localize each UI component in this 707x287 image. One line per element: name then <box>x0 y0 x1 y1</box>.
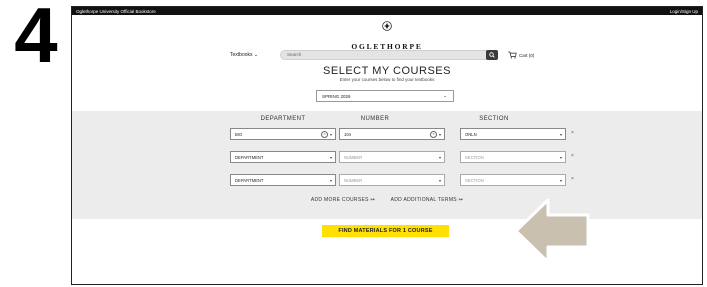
cart-label: Cart (0) <box>519 52 535 58</box>
department-select[interactable]: BIO × ▾ <box>230 128 336 140</box>
section-select[interactable]: ONLN ▾ <box>460 128 566 140</box>
chevron-down-icon: ▾ <box>329 154 332 160</box>
search-input[interactable]: Search <box>280 50 498 60</box>
add-more-courses-link[interactable]: ADD MORE COURSES ↦ <box>311 197 375 203</box>
term-select[interactable]: SPRING 2026 ⌄ <box>316 90 454 102</box>
number-value: NUMBER <box>344 154 363 160</box>
number-value: 104 <box>344 131 351 137</box>
cart-link[interactable]: Cart (0) <box>508 50 534 60</box>
remove-row-icon[interactable]: × <box>571 176 574 182</box>
department-select[interactable]: DEPARTMENT ▾ <box>230 174 336 186</box>
chevron-down-icon: ▾ <box>559 131 562 137</box>
cart-icon <box>508 51 517 59</box>
search-button[interactable] <box>486 50 498 60</box>
tutorial-screenshot: 4 Oglethorpe University Official Booksto… <box>0 0 707 287</box>
crest-icon <box>382 21 392 31</box>
section-value: SECTION <box>465 154 484 160</box>
number-select[interactable]: NUMBER ▾ <box>339 151 445 163</box>
clear-icon[interactable]: × <box>429 130 437 138</box>
chevron-down-icon: ▾ <box>329 131 332 137</box>
pointer-arrow-icon <box>514 198 590 264</box>
remove-row-icon[interactable]: × <box>571 130 574 136</box>
top-bar: Oglethorpe University Official Bookstore… <box>72 7 702 15</box>
department-select[interactable]: DEPARTMENT ▾ <box>230 151 336 163</box>
number-select[interactable]: 104 × ▾ <box>339 128 445 140</box>
textbooks-menu[interactable]: Textbooks ⌄ <box>230 52 272 58</box>
section-value: ONLN <box>465 131 477 137</box>
chevron-down-icon: ⌄ <box>443 93 447 98</box>
search-icon <box>489 52 495 58</box>
department-value: DEPARTMENT <box>235 177 264 183</box>
department-header: DEPARTMENT <box>260 116 306 122</box>
add-additional-terms-link[interactable]: ADD ADDITIONAL TERMS ↦ <box>391 197 463 203</box>
login-link[interactable]: Login/Sign Up <box>670 9 698 14</box>
number-header: NUMBER <box>360 116 390 122</box>
add-links: ADD MORE COURSES ↦ ADD ADDITIONAL TERMS … <box>72 197 702 203</box>
nav-row: Textbooks ⌄ Search Cart (0) <box>230 50 534 60</box>
page-title: SELECT MY COURSES <box>323 65 451 77</box>
number-value: NUMBER <box>344 177 363 183</box>
chevron-down-icon: ▾ <box>438 131 441 137</box>
page-subtitle: Enter your courses below to find your te… <box>339 77 435 82</box>
site-title: Oglethorpe University Official Bookstore <box>76 8 156 14</box>
find-materials-button[interactable]: FIND MATERIALS FOR 1 COURSE <box>322 225 449 237</box>
remove-row-icon[interactable]: × <box>571 153 574 159</box>
bookstore-page: Oglethorpe University Official Bookstore… <box>71 6 703 285</box>
textbooks-label: Textbooks <box>230 52 253 58</box>
section-select[interactable]: SECTION ▾ <box>460 151 566 163</box>
number-select[interactable]: NUMBER ▾ <box>339 174 445 186</box>
section-value: SECTION <box>465 177 484 183</box>
department-value: BIO <box>235 131 243 137</box>
chevron-down-icon: ▾ <box>438 154 441 160</box>
chevron-down-icon: ▾ <box>329 177 332 183</box>
chevron-down-icon: ▾ <box>559 177 562 183</box>
section-select[interactable]: SECTION ▾ <box>460 174 566 186</box>
chevron-down-icon: ⌄ <box>253 52 259 58</box>
clear-icon[interactable]: × <box>320 130 328 138</box>
section-header: SECTION <box>479 116 509 122</box>
step-number: 4 <box>14 0 58 79</box>
department-value: DEPARTMENT <box>235 154 264 160</box>
chevron-down-icon: ▾ <box>438 177 441 183</box>
term-value: SPRING 2026 <box>322 93 351 99</box>
chevron-down-icon: ▾ <box>559 154 562 160</box>
